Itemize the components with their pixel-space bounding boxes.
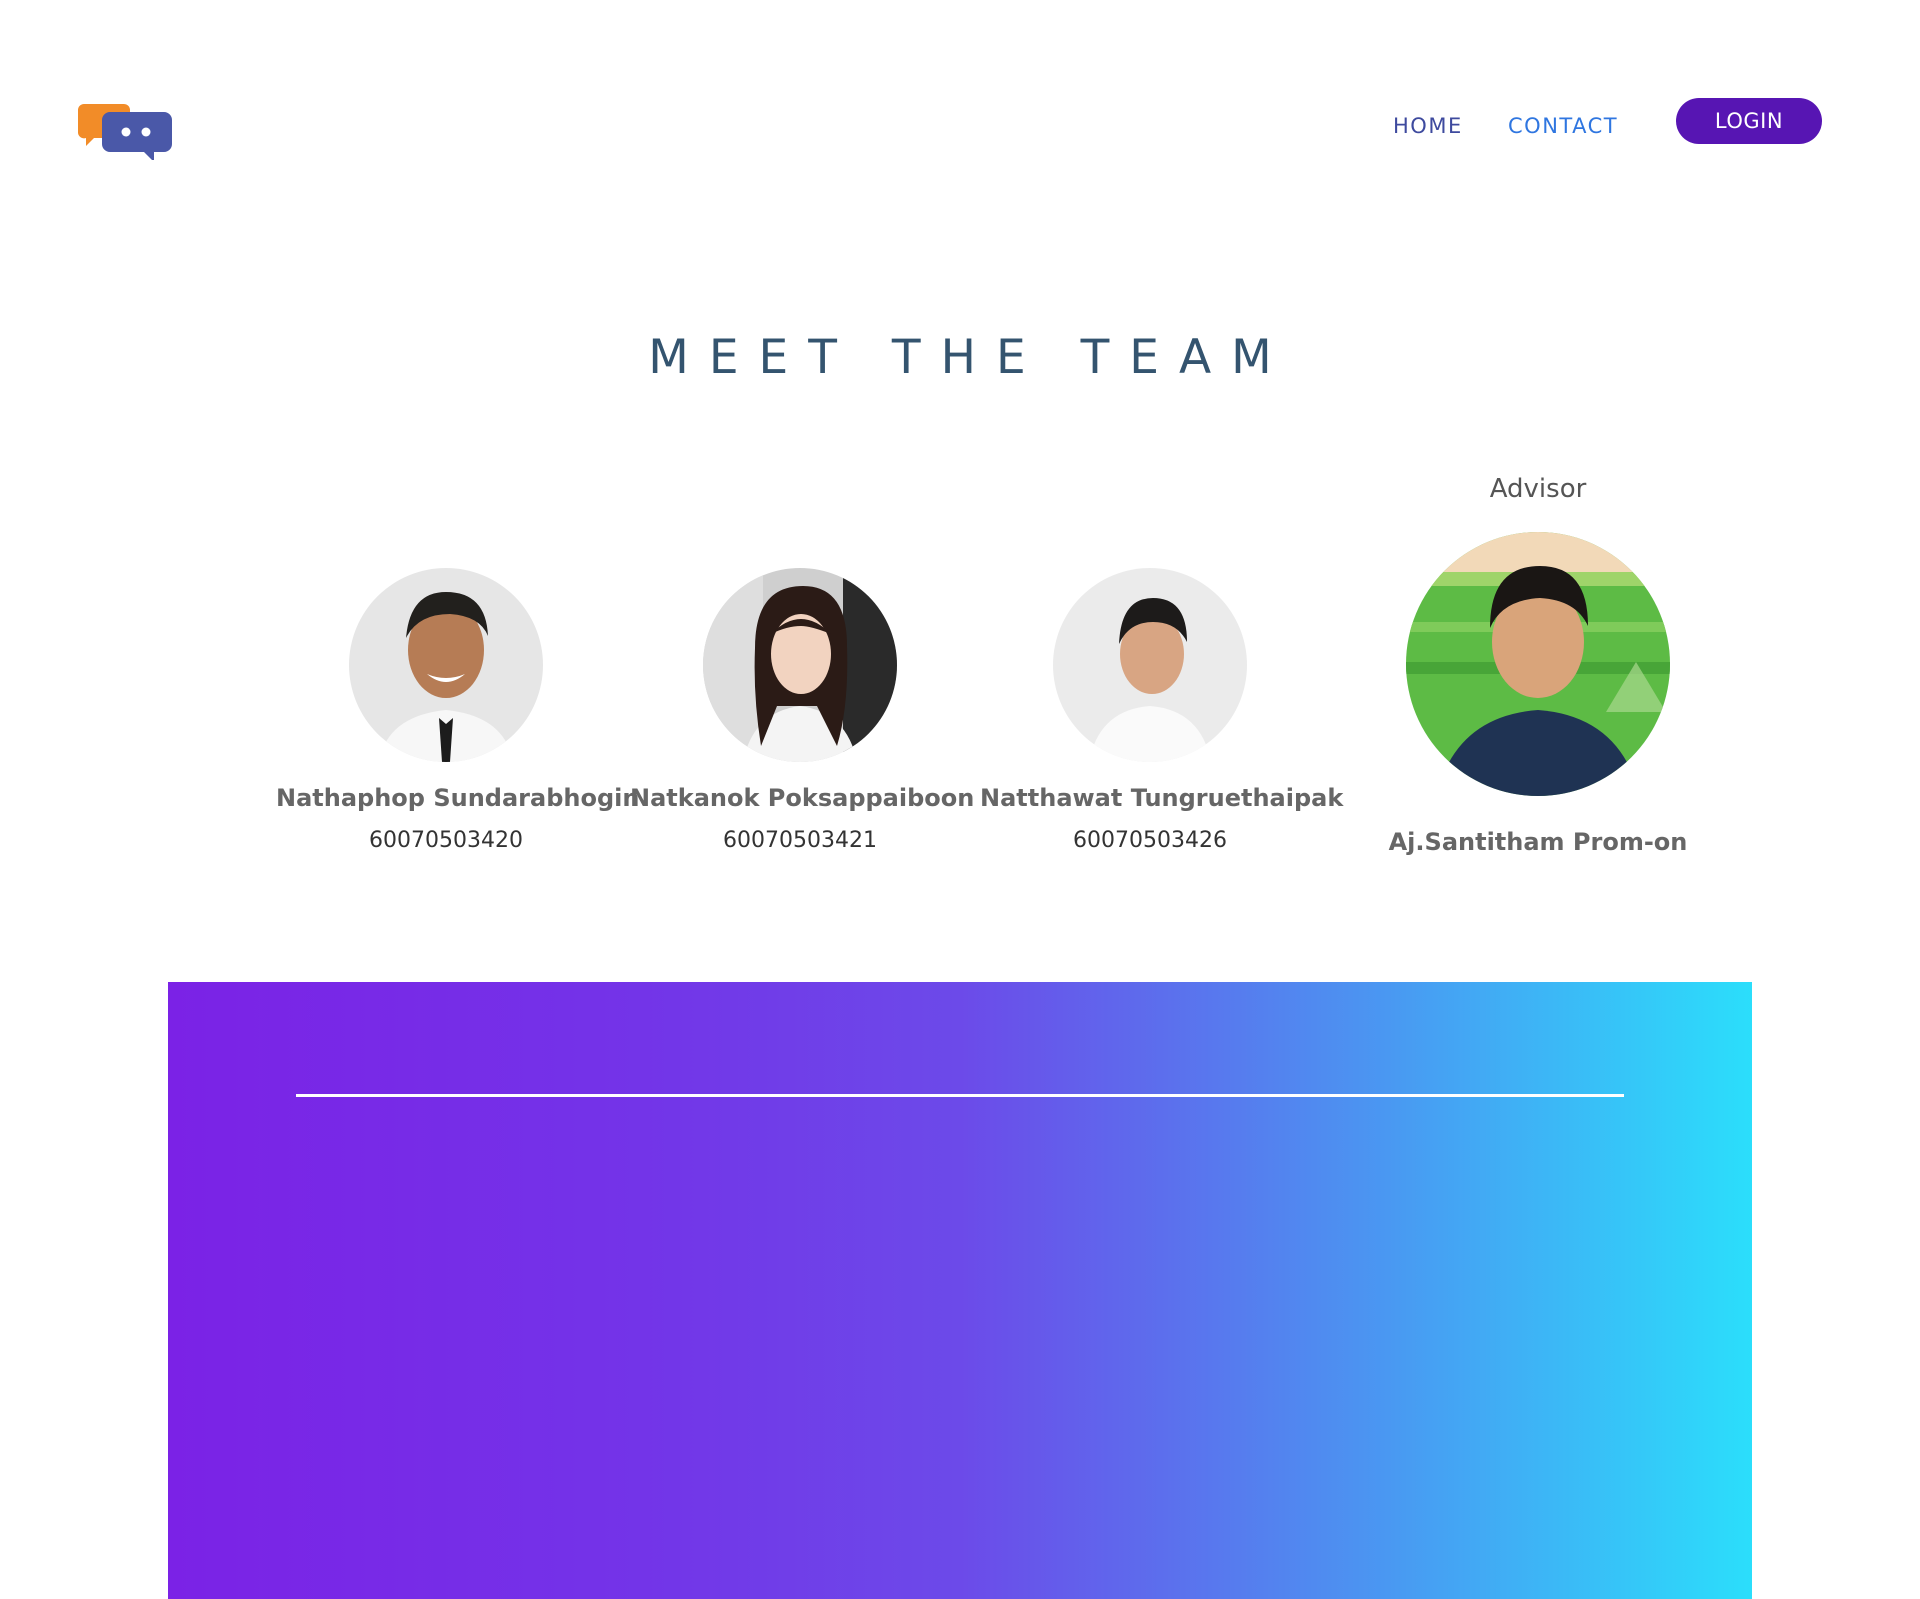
advisor-card: Aj.Santitham Prom-on (1380, 532, 1696, 856)
member-student-id: 60070503420 (369, 828, 523, 853)
team-member-card: Nathaphop Sundarabhogin 60070503420 (276, 568, 640, 853)
team-member-card: Natkanok Poksappaiboon 60070503421 (630, 568, 975, 853)
advisor-photo (1406, 532, 1670, 796)
top-nav: HOME CONTACT LOGIN (0, 96, 1920, 156)
advisor-label: Advisor (1489, 474, 1587, 504)
team-member-card: Natthawat Tungruethaipak 60070503426 (980, 568, 1344, 853)
nav-home-link[interactable]: HOME (1393, 114, 1463, 138)
member-name: Natthawat Tungruethaipak (980, 784, 1344, 812)
advisor-name: Aj.Santitham Prom-on (1388, 828, 1688, 856)
member-name: Natkanok Poksappaiboon (630, 784, 975, 812)
member-photo (349, 568, 543, 762)
member-student-id: 60070503426 (1073, 828, 1227, 853)
member-name: Nathaphop Sundarabhogin (276, 784, 640, 812)
page: HOME CONTACT LOGIN MEET THE TEAM Nathaph… (0, 0, 1920, 1599)
footer-divider (296, 1094, 1624, 1097)
nav-contact-link[interactable]: CONTACT (1508, 114, 1618, 138)
member-student-id: 60070503421 (723, 828, 877, 853)
login-button[interactable]: LOGIN (1676, 98, 1822, 144)
page-title: MEET THE TEAM (648, 330, 1292, 385)
footer-banner (168, 982, 1752, 1599)
member-photo (1053, 568, 1247, 762)
member-photo (703, 568, 897, 762)
